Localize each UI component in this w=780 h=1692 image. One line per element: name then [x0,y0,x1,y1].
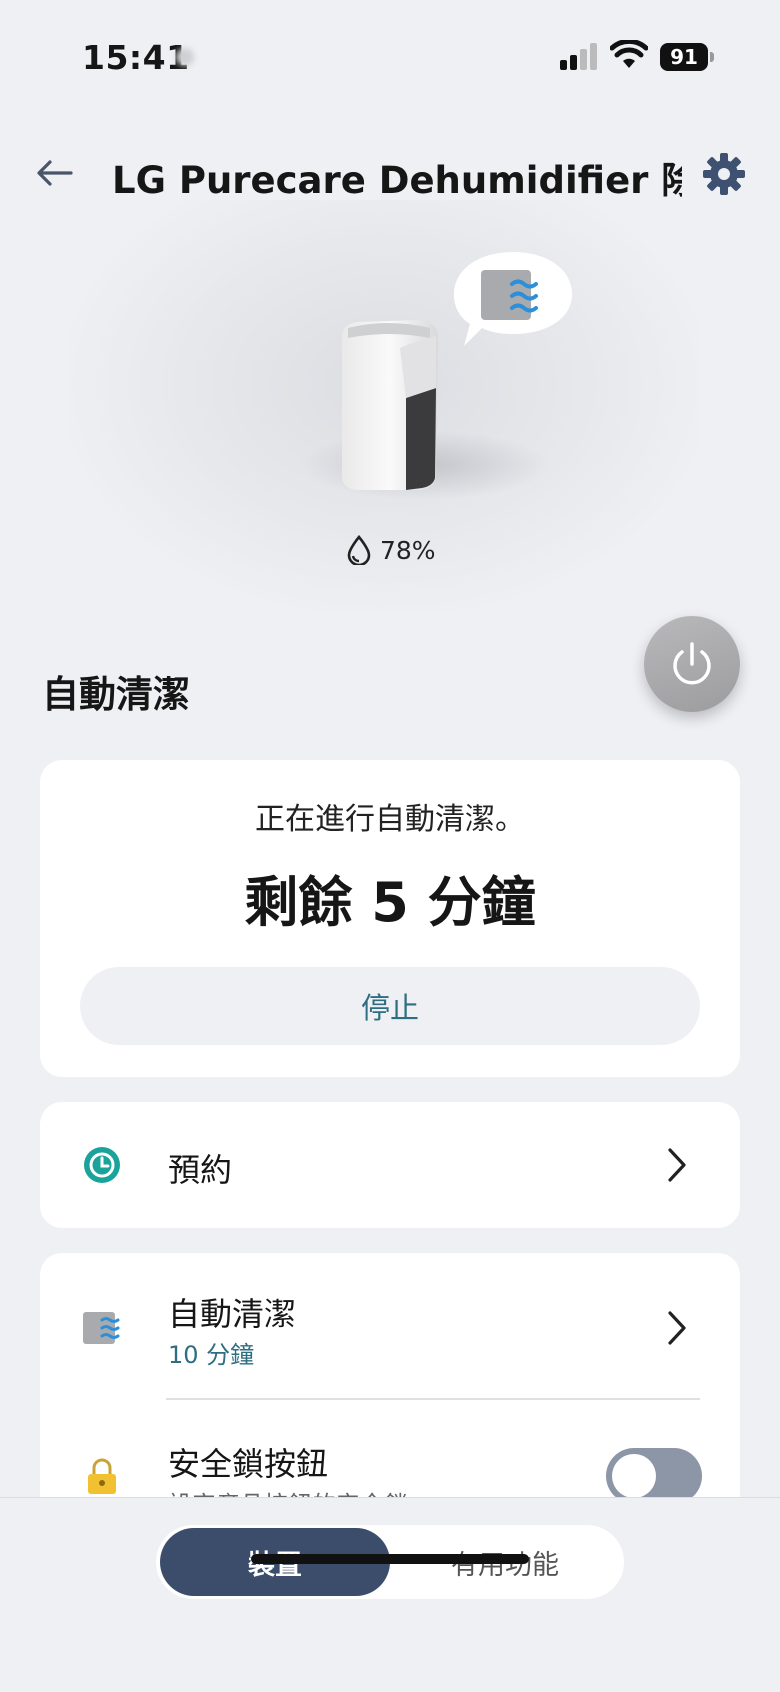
chevron-right-icon [668,1311,686,1345]
water-drop-icon [347,535,371,565]
divider [166,1398,700,1400]
gear-icon[interactable] [700,150,748,198]
auto-clean-icon [83,1312,120,1344]
cellular-signal-icon [560,43,597,70]
remaining-time: 剩餘 5 分鐘 [244,871,536,934]
status-indicator-blur [176,48,194,66]
chevron-right-icon [668,1148,686,1182]
bottom-bar: 裝置 有用功能 [0,1497,780,1692]
schedule-row[interactable]: 預約 [40,1102,740,1228]
wifi-icon [610,40,648,68]
auto-clean-status-card: 正在進行自動清潔。 剩餘 5 分鐘 停止 [40,760,740,1077]
auto-clean-bubble-icon [454,252,572,346]
dehumidifier-image [342,320,438,490]
battery-level: 91 [660,43,708,71]
lock-icon [88,1458,116,1494]
home-indicator[interactable] [251,1554,529,1564]
schedule-label: 預約 [168,1151,233,1189]
humidity-display: 78% [346,535,436,565]
auto-clean-label: 自動清潔 [168,1295,297,1333]
safety-lock-toggle[interactable] [606,1448,702,1504]
power-button[interactable] [644,616,740,712]
back-button[interactable] [30,148,80,198]
battery-icon: 91 [660,43,716,71]
humidity-value: 78% [380,535,436,565]
auto-clean-value: 10 分鐘 [168,1341,255,1369]
power-icon [673,642,711,685]
status-time: 15:41 [82,38,190,77]
arrow-left-icon [37,160,73,186]
section-title: 自動清潔 [42,673,190,716]
status-message: 正在進行自動清潔。 [255,802,525,837]
settings-card: 自動清潔 10 分鐘 安全鎖按鈕 設定產品按鈕的安全鎖。 [40,1253,740,1519]
safety-lock-label: 安全鎖按鈕 [168,1445,329,1483]
clock-icon [84,1147,120,1183]
page-title: LG Purecare Dehumidifier 除... [112,159,682,202]
stop-button[interactable]: 停止 [80,967,700,1045]
